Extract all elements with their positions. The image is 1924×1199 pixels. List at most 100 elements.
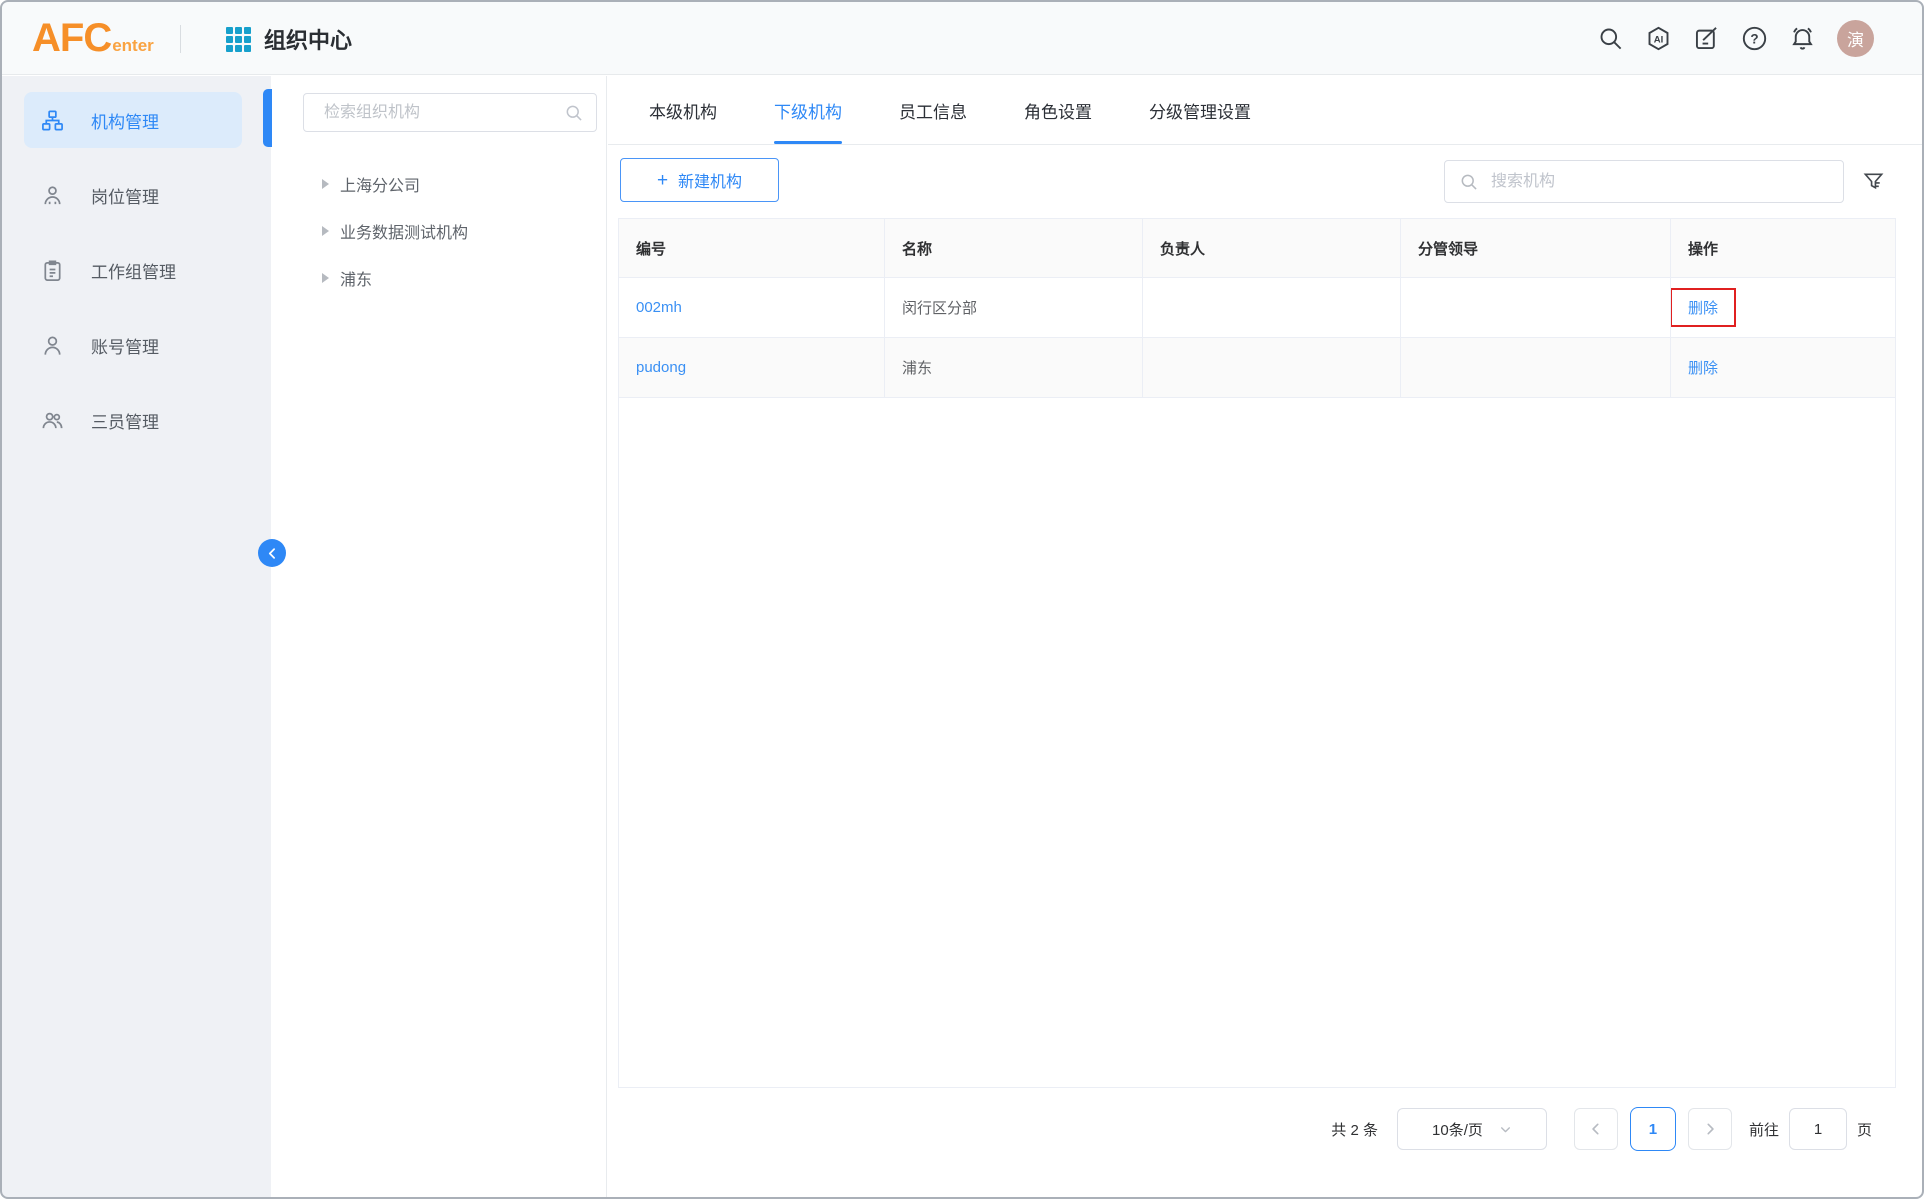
sidebar-item-label: 账号管理 [91, 333, 159, 358]
svg-text:AI: AI [1654, 34, 1664, 45]
filter-funnel-icon[interactable] [1862, 170, 1885, 193]
tab-label: 本级机构 [649, 98, 717, 123]
header-divider [180, 25, 181, 53]
ai-assistant-icon[interactable]: AI [1645, 25, 1672, 52]
next-page-button[interactable] [1688, 1108, 1732, 1150]
tab-employee-info[interactable]: 员工信息 [899, 76, 967, 144]
panel-active-indicator [263, 89, 272, 147]
org-name-cell: 浦东 [885, 338, 1143, 397]
tab-role-settings[interactable]: 角色设置 [1024, 76, 1092, 144]
notification-bell-icon[interactable] [1789, 25, 1816, 52]
org-tree-panel: 上海分公司 业务数据测试机构 浦东 [271, 76, 607, 1197]
org-leader-cell [1401, 338, 1671, 397]
search-icon [1459, 172, 1479, 192]
tree-node-pudong[interactable]: 浦东 [271, 254, 606, 301]
app-grid-icon [226, 27, 251, 52]
page-size-select[interactable]: 10条/页 [1397, 1108, 1547, 1150]
sidebar-item-label: 工作组管理 [91, 258, 176, 283]
tab-label: 下级机构 [774, 98, 842, 123]
org-code-link[interactable]: pudong [636, 359, 686, 376]
caret-right-icon[interactable] [322, 226, 329, 236]
sub-org-table: 编号 名称 负责人 分管领导 操作 002mh 闵行区分部 删除 pudong [618, 218, 1896, 1088]
caret-right-icon[interactable] [322, 273, 329, 283]
tab-current-org[interactable]: 本级机构 [649, 76, 717, 144]
help-icon[interactable]: ? [1741, 25, 1768, 52]
new-org-button-label: 新建机构 [678, 168, 742, 192]
delete-link-highlight-box: 删除 [1671, 288, 1736, 327]
top-header: AFC enter 组织中心 AI ? 演 [2, 2, 1922, 75]
user-avatar[interactable]: 演 [1837, 20, 1874, 57]
page-number-button[interactable]: 1 [1630, 1107, 1676, 1151]
delete-link[interactable]: 删除 [1688, 357, 1718, 378]
chevron-right-icon [1703, 1122, 1717, 1136]
table-header-row: 编号 名称 负责人 分管领导 操作 [619, 219, 1895, 278]
table-row: pudong 浦东 删除 [619, 338, 1895, 398]
page-title: 组织中心 [264, 2, 352, 75]
edit-note-icon[interactable] [1693, 25, 1720, 52]
org-chart-icon [41, 109, 64, 132]
column-header-name: 名称 [885, 219, 1143, 277]
tree-node-label: 业务数据测试机构 [340, 219, 468, 243]
tab-label: 员工信息 [899, 98, 967, 123]
sidebar-item-label: 机构管理 [91, 108, 159, 133]
sidebar-item-label: 三员管理 [91, 408, 159, 433]
tab-label: 分级管理设置 [1149, 98, 1251, 123]
logo-text-sub: enter [112, 36, 154, 56]
tree-search-box [303, 93, 597, 132]
sidebar-nav: 机构管理 岗位管理 工作组管理 账号管理 三员管理 [2, 76, 271, 1197]
people-group-icon [41, 409, 64, 432]
goto-label: 前往 [1749, 1119, 1779, 1140]
sidebar-item-workgroup-management[interactable]: 工作组管理 [24, 242, 242, 298]
org-search-box [1444, 160, 1844, 203]
tree-node-business-test-org[interactable]: 业务数据测试机构 [271, 207, 606, 254]
search-icon [564, 103, 584, 123]
search-icon[interactable] [1597, 25, 1624, 52]
column-header-actions: 操作 [1671, 219, 1895, 277]
main-content: 本级机构 下级机构 员工信息 角色设置 分级管理设置 + 新建机构 编号 名称 … [608, 76, 1922, 1197]
chevron-left-icon [266, 547, 279, 560]
page-size-value: 10条/页 [1432, 1119, 1483, 1140]
chevron-left-icon [1589, 1122, 1603, 1136]
tab-sub-org[interactable]: 下级机构 [774, 76, 842, 144]
sidebar-item-org-management[interactable]: 机构管理 [24, 92, 242, 148]
column-header-owner: 负责人 [1143, 219, 1401, 277]
goto-page-input[interactable] [1789, 1108, 1847, 1150]
header-icon-group: AI ? 演 [1597, 2, 1874, 75]
chevron-down-icon [1499, 1123, 1512, 1136]
org-leader-cell [1401, 278, 1671, 337]
sidebar-collapse-button[interactable] [258, 539, 286, 567]
column-header-leader: 分管领导 [1401, 219, 1671, 277]
pagination-bar: 共 2 条 10条/页 1 前往 页 [1331, 1107, 1872, 1151]
org-search-input[interactable] [1489, 172, 1829, 192]
org-owner-cell [1143, 278, 1401, 337]
app-window: AFC enter 组织中心 AI ? 演 [0, 0, 1924, 1199]
sidebar-item-account-management[interactable]: 账号管理 [24, 317, 242, 373]
table-row: 002mh 闵行区分部 删除 [619, 278, 1895, 338]
org-name-cell: 闵行区分部 [885, 278, 1143, 337]
tree-node-shanghai-branch[interactable]: 上海分公司 [271, 160, 606, 207]
tab-hierarchy-settings[interactable]: 分级管理设置 [1149, 76, 1251, 144]
sidebar-item-post-management[interactable]: 岗位管理 [24, 167, 242, 223]
afc-logo: AFC enter [32, 14, 154, 62]
tab-bar: 本级机构 下级机构 员工信息 角色设置 分级管理设置 [608, 76, 1922, 145]
logo-text-main: AFC [32, 14, 111, 62]
tab-label: 角色设置 [1024, 98, 1092, 123]
tree-search-input[interactable] [304, 94, 596, 131]
delete-link[interactable]: 删除 [1688, 297, 1718, 318]
org-tree: 上海分公司 业务数据测试机构 浦东 [271, 160, 606, 301]
person-icon [41, 334, 64, 357]
sidebar-item-three-admin-management[interactable]: 三员管理 [24, 392, 242, 448]
person-badge-icon [41, 184, 64, 207]
tree-node-label: 上海分公司 [340, 172, 420, 196]
org-code-link[interactable]: 002mh [636, 299, 682, 316]
new-org-button[interactable]: + 新建机构 [620, 158, 779, 202]
svg-text:?: ? [1750, 32, 1758, 47]
tree-node-label: 浦东 [340, 266, 372, 290]
caret-right-icon[interactable] [322, 179, 329, 189]
prev-page-button[interactable] [1574, 1108, 1618, 1150]
page-unit-label: 页 [1857, 1119, 1872, 1140]
org-owner-cell [1143, 338, 1401, 397]
sidebar-item-label: 岗位管理 [91, 183, 159, 208]
column-header-code: 编号 [619, 219, 885, 277]
plus-icon: + [657, 171, 668, 190]
